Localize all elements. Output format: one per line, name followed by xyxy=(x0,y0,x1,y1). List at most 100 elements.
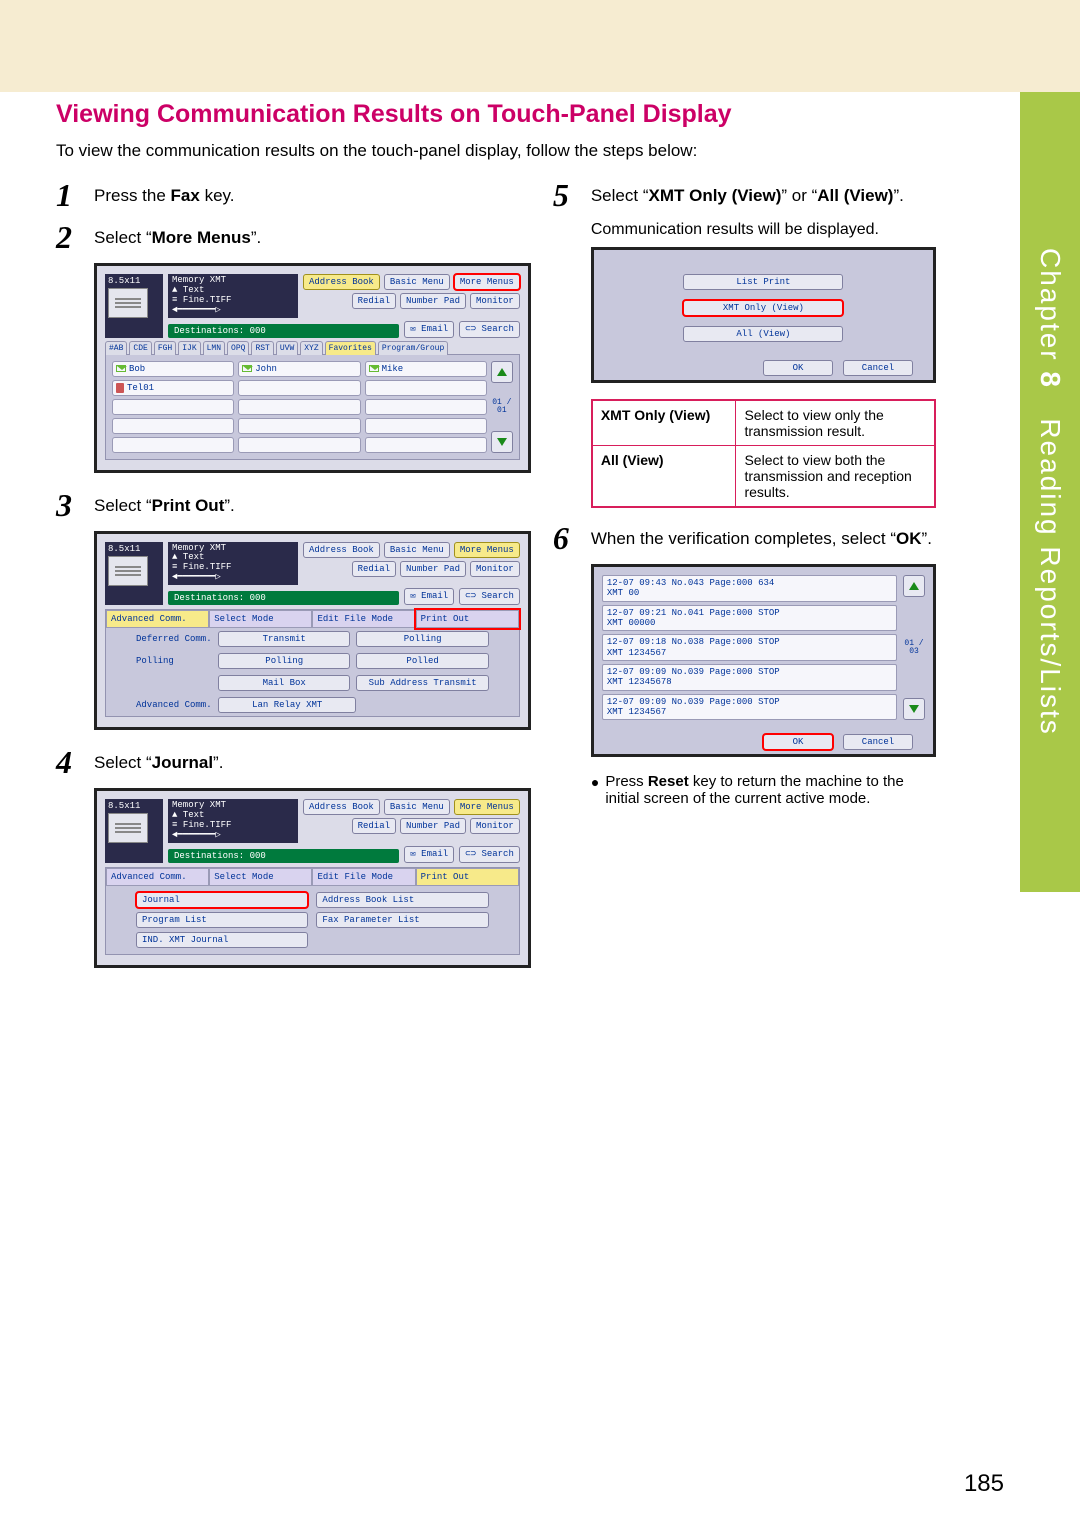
reset-bold: Reset xyxy=(648,773,689,790)
more-menus-button[interactable]: More Menus xyxy=(454,542,520,558)
fax-parameter-list-button[interactable]: Fax Parameter List xyxy=(316,912,488,928)
fax-bold: Fax xyxy=(171,186,200,205)
polling-button[interactable]: Polling xyxy=(356,631,488,647)
tab-select-mode[interactable]: Select Mode xyxy=(209,868,312,886)
xmt-only-view-button[interactable]: XMT Only (View) xyxy=(683,300,843,316)
log-list: 12-07 09:43 No.043 Page:000 634 XMT 00 1… xyxy=(602,575,897,720)
step-num: 5 xyxy=(553,179,591,211)
address-book-button[interactable]: Address Book xyxy=(303,274,380,290)
search-button[interactable]: ⊂⊃ Search xyxy=(459,321,520,338)
page-number: 185 xyxy=(964,1470,1004,1498)
addr-john[interactable]: John xyxy=(238,361,360,377)
sub-address-transmit-button[interactable]: Sub Address Transmit xyxy=(356,675,488,691)
step-num: 6 xyxy=(553,522,591,554)
destinations-bar: Destinations: 000 xyxy=(168,324,399,338)
email-button[interactable]: ✉ Email xyxy=(404,846,454,863)
tab-uvw[interactable]: UVW xyxy=(276,341,298,355)
reset-note: ● Press Reset key to return the machine … xyxy=(591,773,936,807)
tab-program-group[interactable]: Program/Group xyxy=(378,341,448,355)
ok-button[interactable]: OK xyxy=(763,360,833,376)
cancel-button[interactable]: Cancel xyxy=(843,360,913,376)
polling-button[interactable]: Polling xyxy=(218,653,350,669)
step-1: 1 Press the Fax key. xyxy=(56,179,531,211)
row-label: Advanced Comm. xyxy=(136,697,212,713)
address-book-button[interactable]: Address Book xyxy=(303,542,380,558)
basic-menu-button[interactable]: Basic Menu xyxy=(384,799,450,815)
monitor-button[interactable]: Monitor xyxy=(470,561,520,577)
screenshot-step4: 8.5x11 Memory XMT ▲ Text ≡ Fine.TIFF ◄━━… xyxy=(94,788,531,968)
list-print-button[interactable]: List Print xyxy=(683,274,843,290)
tab-xyz[interactable]: XYZ xyxy=(300,341,322,355)
redial-button[interactable]: Redial xyxy=(352,818,396,834)
polled-button[interactable]: Polled xyxy=(356,653,488,669)
tab-advanced-comm[interactable]: Advanced Comm. xyxy=(106,610,209,628)
tab-select-mode[interactable]: Select Mode xyxy=(209,610,312,628)
addr-mike[interactable]: Mike xyxy=(365,361,487,377)
tab-print-out[interactable]: Print Out xyxy=(416,610,519,628)
number-pad-button[interactable]: Number Pad xyxy=(400,818,466,834)
lan-relay-xmt-button[interactable]: Lan Relay XMT xyxy=(218,697,356,713)
number-pad-button[interactable]: Number Pad xyxy=(400,293,466,309)
tab-cde[interactable]: CDE xyxy=(129,341,151,355)
tab-fgh[interactable]: FGH xyxy=(154,341,176,355)
tab-favorites[interactable]: Favorites xyxy=(325,341,376,355)
number-pad-button[interactable]: Number Pad xyxy=(400,561,466,577)
log-row: 12-07 09:21 No.041 Page:000 STOP XMT 000… xyxy=(602,605,897,632)
all-view-button[interactable]: All (View) xyxy=(683,326,843,342)
program-list-button[interactable]: Program List xyxy=(136,912,308,928)
paper-info: 8.5x11 xyxy=(105,274,163,338)
screenshot-step3: 8.5x11 Memory XMT ▲ Text ≡ Fine.TIFF ◄━━… xyxy=(94,531,531,731)
tab-ijk[interactable]: IJK xyxy=(178,341,200,355)
tab-print-out[interactable]: Print Out xyxy=(416,868,519,886)
journal-button[interactable]: Journal xyxy=(136,892,308,908)
more-menus-button[interactable]: More Menus xyxy=(454,274,520,290)
opt-val-all: Select to view both the transmission and… xyxy=(736,446,935,508)
basic-menu-button[interactable]: Basic Menu xyxy=(384,274,450,290)
tab-lmn[interactable]: LMN xyxy=(203,341,225,355)
phone-icon xyxy=(116,383,124,393)
scroll-up-button[interactable] xyxy=(491,361,513,383)
email-button[interactable]: ✉ Email xyxy=(404,321,454,338)
log-row: 12-07 09:09 No.039 Page:000 STOP XMT 123… xyxy=(602,664,897,691)
scroll-down-button[interactable] xyxy=(903,698,925,720)
tab-rst[interactable]: RST xyxy=(251,341,273,355)
columns: 1 Press the Fax key. 2 Select “More Menu… xyxy=(56,179,936,984)
monitor-button[interactable]: Monitor xyxy=(470,293,520,309)
search-button[interactable]: ⊂⊃ Search xyxy=(459,846,520,863)
mailbox-button[interactable]: Mail Box xyxy=(218,675,350,691)
alphabet-tabs: #AB CDE FGH IJK LMN OPQ RST UVW XYZ Favo… xyxy=(105,341,520,355)
address-book-list-button[interactable]: Address Book List xyxy=(316,892,488,908)
tab-opq[interactable]: OPQ xyxy=(227,341,249,355)
scroll-up-button[interactable] xyxy=(903,575,925,597)
scroll-count: 01 / 01 xyxy=(491,399,513,415)
more-menus-button[interactable]: More Menus xyxy=(454,799,520,815)
envelope-icon xyxy=(369,365,379,372)
envelope-icon xyxy=(242,365,252,372)
tab-ab[interactable]: #AB xyxy=(105,341,127,355)
tab-edit-file-mode[interactable]: Edit File Mode xyxy=(312,610,415,628)
addr-tel01[interactable]: Tel01 xyxy=(112,380,234,396)
redial-button[interactable]: Redial xyxy=(352,561,396,577)
opt-val-xmt: Select to view only the transmission res… xyxy=(736,400,935,446)
addr-empty[interactable] xyxy=(238,380,360,396)
search-button[interactable]: ⊂⊃ Search xyxy=(459,588,520,605)
log-row: 12-07 09:18 No.038 Page:000 STOP XMT 123… xyxy=(602,634,897,661)
ok-button[interactable]: OK xyxy=(763,734,833,750)
ind-xmt-journal-button[interactable]: IND. XMT Journal xyxy=(136,932,308,948)
tab-edit-file-mode[interactable]: Edit File Mode xyxy=(312,868,415,886)
addr-empty[interactable] xyxy=(365,380,487,396)
address-book-button[interactable]: Address Book xyxy=(303,799,380,815)
monitor-button[interactable]: Monitor xyxy=(470,818,520,834)
cancel-button[interactable]: Cancel xyxy=(843,734,913,750)
email-button[interactable]: ✉ Email xyxy=(404,588,454,605)
basic-menu-button[interactable]: Basic Menu xyxy=(384,542,450,558)
tab-advanced-comm[interactable]: Advanced Comm. xyxy=(106,868,209,886)
addr-bob[interactable]: Bob xyxy=(112,361,234,377)
redial-button[interactable]: Redial xyxy=(352,293,396,309)
ok-bold: OK xyxy=(896,529,922,548)
transmit-button[interactable]: Transmit xyxy=(218,631,350,647)
step-3: 3 Select “Print Out”. xyxy=(56,489,531,521)
paper-icon xyxy=(108,813,148,843)
scroll-down-button[interactable] xyxy=(491,431,513,453)
journal-bold: Journal xyxy=(152,753,213,772)
